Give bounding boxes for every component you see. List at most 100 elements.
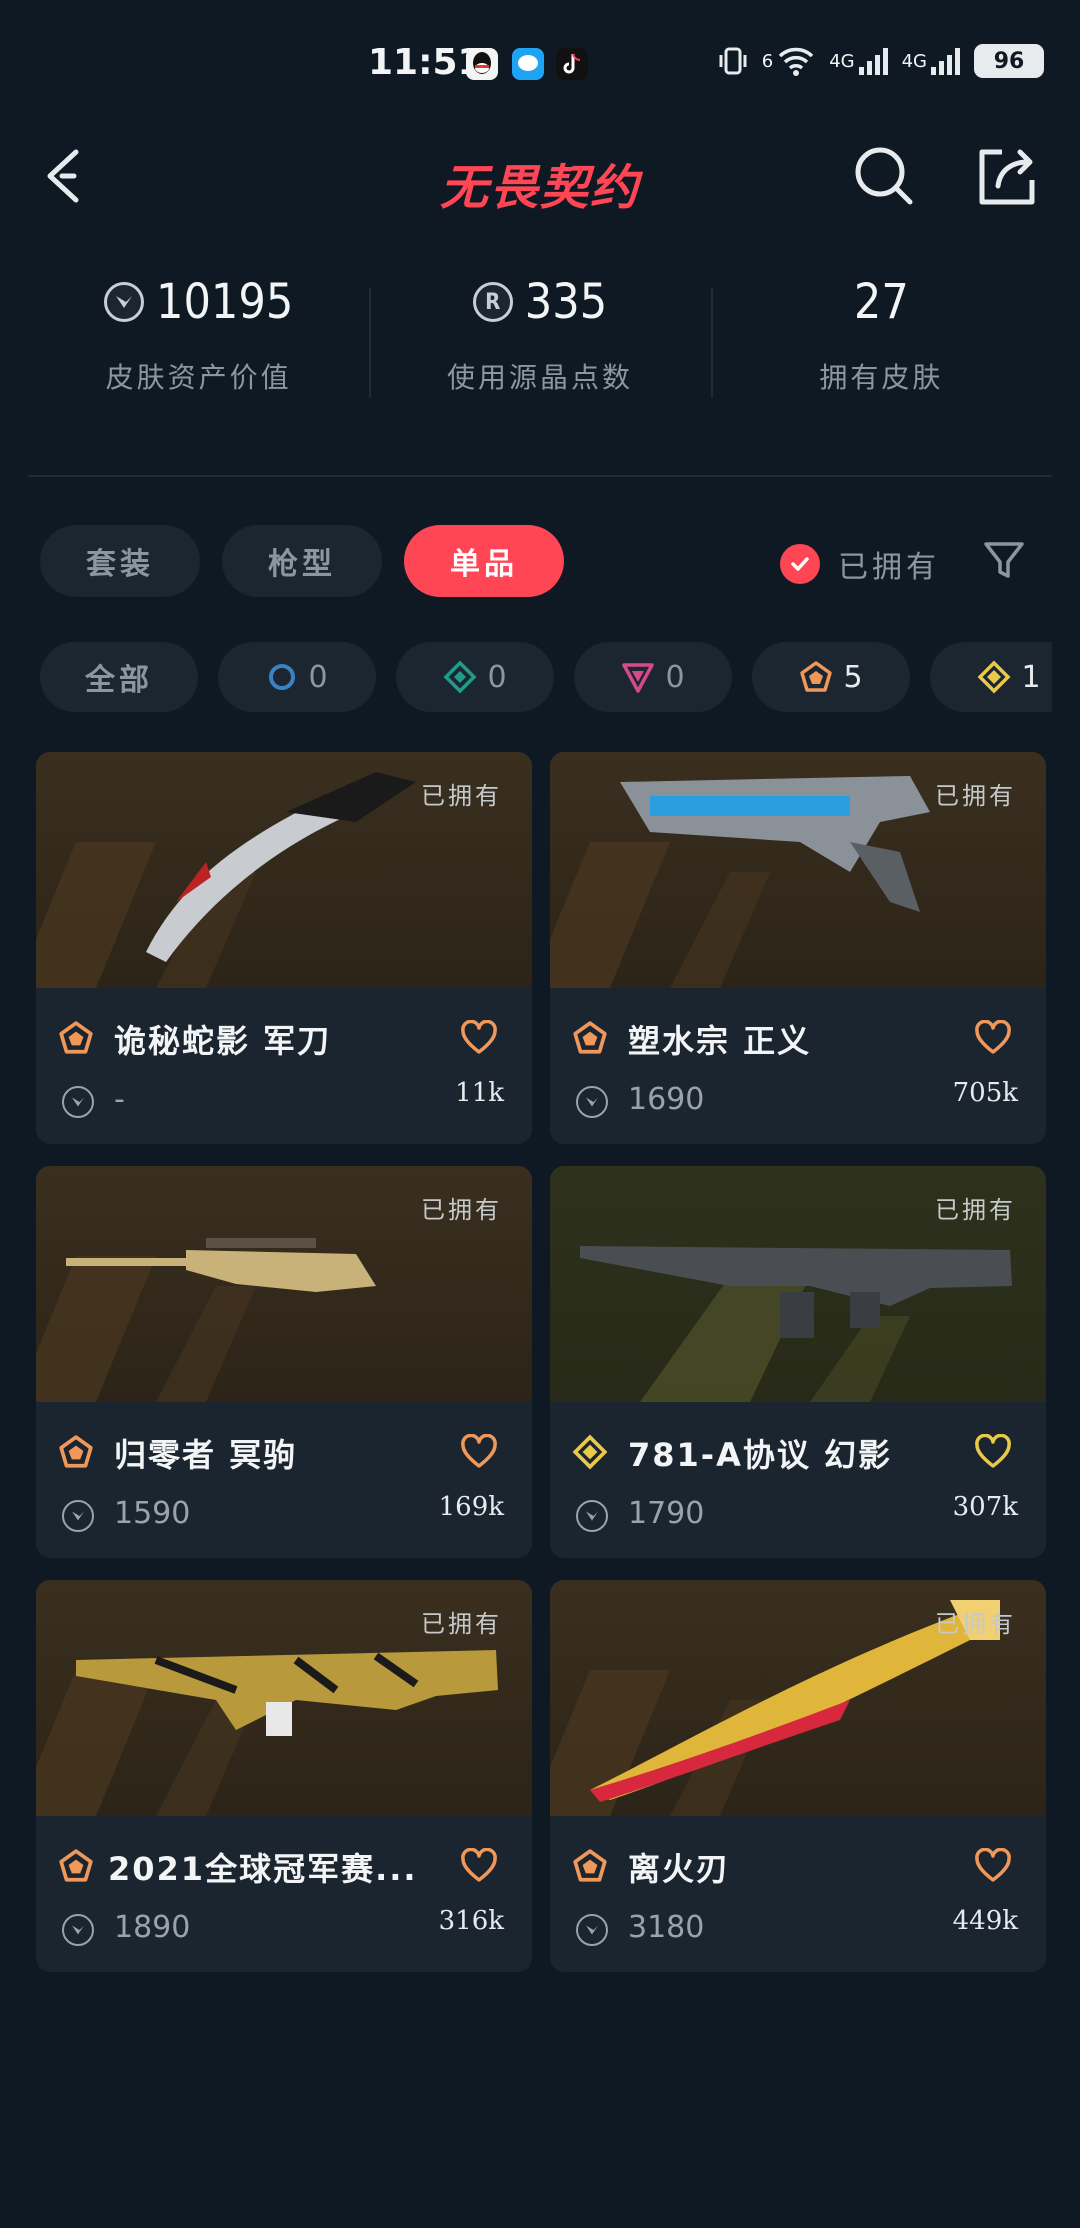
filter-button[interactable] — [980, 536, 1028, 584]
tab-single-items[interactable]: 单品 — [404, 525, 564, 597]
owned-tag: 已拥有 — [421, 782, 502, 810]
vp-coin-icon — [62, 1500, 94, 1532]
exclusive-tier-icon — [573, 1021, 607, 1054]
tier-chip-deluxe[interactable]: 0 — [396, 642, 554, 712]
owned-tag: 已拥有 — [935, 782, 1016, 810]
skin-price: 1890 — [114, 1910, 191, 1945]
skin-likes: 169k — [438, 1492, 504, 1522]
skin-price: 1590 — [114, 1496, 191, 1531]
skin-card[interactable]: 已拥有 2021全球冠军赛... 1890 316k — [36, 1580, 532, 1972]
tier-chip-all[interactable]: 全部 — [40, 642, 198, 712]
skin-likes: 705k — [952, 1078, 1018, 1108]
network-type-3: 4G — [901, 50, 927, 72]
network-type-2: 4G — [829, 50, 855, 72]
status-bar: 11:51 6 4G 4G 96 — [0, 0, 1080, 120]
skin-price: 1790 — [628, 1496, 705, 1531]
skin-image: 已拥有 — [36, 752, 532, 988]
stat-label: 拥有皮肤 — [819, 361, 944, 394]
ultra-tier-icon — [977, 660, 1011, 694]
asset-stats: 10195 皮肤资产价值 R 335 使用源晶点数 27 拥有皮肤 — [28, 270, 1052, 420]
stat-value: 10195 — [155, 274, 294, 330]
vp-coin-icon — [62, 1914, 94, 1946]
skin-name: 归零者 冥驹 — [114, 1436, 298, 1474]
skin-card[interactable]: 已拥有 诡秘蛇影 军刀 - 11k — [36, 752, 532, 1144]
vp-coin-icon — [103, 282, 144, 322]
heart-icon[interactable] — [460, 1020, 498, 1056]
vp-coin-icon — [62, 1086, 94, 1118]
owned-tag: 已拥有 — [935, 1610, 1016, 1638]
skin-image: 已拥有 — [36, 1580, 532, 1816]
tier-chip-ultra[interactable]: 1 — [930, 642, 1052, 712]
skin-image: 已拥有 — [36, 1166, 532, 1402]
owned-tag: 已拥有 — [421, 1196, 502, 1224]
tier-chip-select[interactable]: 0 — [218, 642, 376, 712]
app-logo: 无畏契约 — [439, 160, 640, 216]
stat-owned-skins: 27 拥有皮肤 — [710, 270, 1052, 420]
signal-icon-1 — [858, 47, 888, 75]
tier-chip-count: 5 — [843, 659, 863, 695]
filter-icon — [984, 542, 1024, 578]
status-indicators: 6 4G 4G 96 — [718, 44, 1044, 78]
tier-chip-exclusive[interactable]: 5 — [752, 642, 910, 712]
vp-coin-icon — [576, 1914, 608, 1946]
tab-bundles[interactable]: 套装 — [40, 525, 200, 597]
qq-app-icon — [466, 48, 498, 80]
exclusive-tier-icon — [59, 1021, 93, 1054]
tier-chip-count: 0 — [665, 659, 685, 695]
app-header: 无畏契约 — [0, 120, 1080, 230]
skin-name: 诡秘蛇影 军刀 — [114, 1022, 332, 1060]
stat-label: 使用源晶点数 — [446, 361, 633, 394]
skin-likes: 316k — [438, 1906, 504, 1936]
owned-filter-toggle[interactable]: 已拥有 — [780, 542, 940, 586]
skin-card[interactable]: 已拥有 归零者 冥驹 1590 169k — [36, 1166, 532, 1558]
search-button[interactable] — [852, 144, 916, 208]
skin-likes: 449k — [952, 1906, 1018, 1936]
deluxe-tier-icon — [443, 660, 477, 694]
owned-tag: 已拥有 — [935, 1196, 1016, 1224]
share-icon — [979, 149, 1035, 205]
network-type-1: 6 — [761, 50, 774, 72]
divider — [28, 475, 1052, 477]
stat-radianite: R 335 使用源晶点数 — [369, 270, 710, 420]
premium-tier-icon — [622, 663, 655, 693]
tier-chip-count: 0 — [308, 659, 328, 695]
skin-image: 已拥有 — [550, 752, 1046, 988]
signal-icon-2 — [931, 47, 960, 75]
stat-skin-value: 10195 皮肤资产价值 — [28, 270, 369, 420]
tiktok-app-icon — [556, 48, 588, 80]
stat-value: 27 — [853, 274, 909, 330]
stat-label: 皮肤资产价值 — [105, 361, 292, 394]
exclusive-tier-icon — [800, 661, 833, 692]
owned-tag: 已拥有 — [421, 1610, 502, 1638]
exclusive-tier-icon — [59, 1849, 93, 1882]
heart-icon[interactable] — [460, 1434, 498, 1470]
tier-filter-row: 全部 0 0 0 5 1 — [40, 642, 1052, 714]
heart-icon[interactable] — [460, 1848, 498, 1884]
skin-name: 塑水宗 正义 — [628, 1022, 812, 1060]
tier-chip-label: 全部 — [85, 663, 153, 698]
check-icon — [780, 544, 820, 584]
radianite-icon: R — [472, 282, 513, 322]
skin-name: 2021全球冠军赛... — [108, 1850, 418, 1888]
vibrate-icon — [719, 47, 747, 75]
skin-card[interactable]: 已拥有 塑水宗 正义 1690 705k — [550, 752, 1046, 1144]
battery-indicator: 96 — [974, 44, 1044, 78]
heart-icon[interactable] — [974, 1434, 1012, 1470]
skin-image: 已拥有 — [550, 1580, 1046, 1816]
skin-price: 3180 — [628, 1910, 705, 1945]
heart-icon[interactable] — [974, 1020, 1012, 1056]
skin-card[interactable]: 已拥有 离火刃 3180 449k — [550, 1580, 1046, 1972]
tier-chip-count: 1 — [1021, 659, 1041, 695]
tab-weapon-types[interactable]: 枪型 — [222, 525, 382, 597]
stat-value: 335 — [524, 274, 608, 330]
tier-chip-premium[interactable]: 0 — [574, 642, 732, 712]
skin-name: 781-A协议 幻影 — [628, 1436, 892, 1474]
skin-name: 离火刃 — [628, 1850, 731, 1888]
exclusive-tier-icon — [573, 1849, 607, 1882]
heart-icon[interactable] — [974, 1848, 1012, 1884]
owned-filter-label: 已拥有 — [838, 550, 940, 585]
share-button[interactable] — [974, 144, 1038, 208]
skin-card[interactable]: 已拥有 781-A协议 幻影 1790 307k — [550, 1166, 1046, 1558]
message-app-icon — [512, 48, 544, 80]
select-tier-icon — [269, 664, 296, 690]
